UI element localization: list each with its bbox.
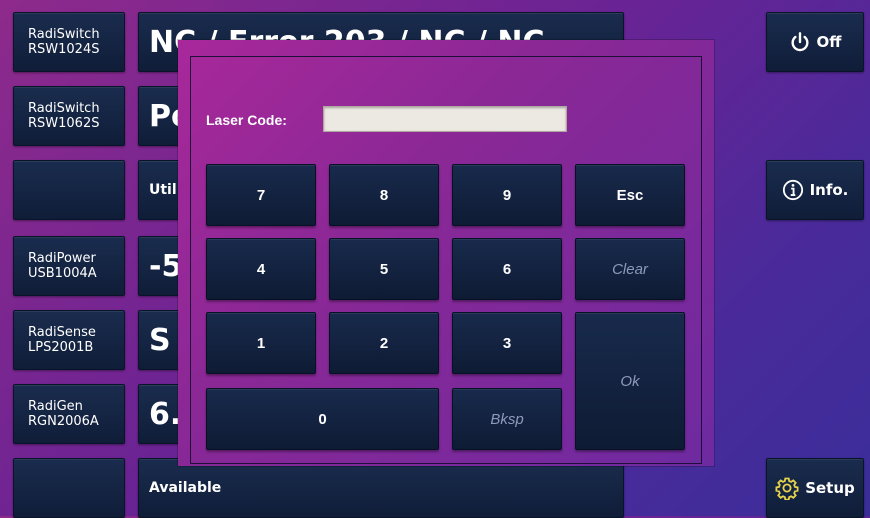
status-row-available[interactable]: Available xyxy=(138,458,624,518)
info-button[interactable]: Info. xyxy=(766,160,864,220)
setup-button[interactable]: Setup xyxy=(766,458,864,518)
status-value: S xyxy=(149,322,171,358)
status-value: Util xyxy=(149,182,177,198)
status-value: 6. xyxy=(149,396,182,432)
laser-code-field[interactable] xyxy=(323,106,567,132)
device-tile-radisense[interactable]: RadiSense LPS2001B xyxy=(13,310,125,370)
info-icon xyxy=(782,179,803,201)
key-3[interactable]: 3 xyxy=(452,312,562,374)
backspace-button[interactable]: Bksp xyxy=(452,388,562,450)
device-tile-radiswitch-1062[interactable]: RadiSwitch RSW1062S xyxy=(13,86,125,146)
device-tile-radiswitch-1024[interactable]: RadiSwitch RSW1024S xyxy=(13,12,125,72)
device-tile-radigen[interactable]: RadiGen RGN2006A xyxy=(13,384,125,444)
clear-button[interactable]: Clear xyxy=(575,238,685,300)
ok-button[interactable]: Ok xyxy=(575,312,685,450)
key-9[interactable]: 9 xyxy=(452,164,562,226)
device-name: RadiSwitch xyxy=(28,27,100,42)
laser-code-dialog: Laser Code: 7 8 9 Esc 4 5 6 Clear 1 2 3 … xyxy=(178,40,714,466)
device-name: RadiSwitch xyxy=(28,101,100,116)
info-label: Info. xyxy=(809,181,849,199)
setup-label: Setup xyxy=(805,479,855,497)
power-icon xyxy=(791,32,809,52)
device-name: RadiPower xyxy=(28,251,96,266)
device-tile-empty-bottom[interactable] xyxy=(13,458,125,518)
device-model: USB1004A xyxy=(28,266,97,281)
escape-button[interactable]: Esc xyxy=(575,164,685,226)
key-4[interactable]: 4 xyxy=(206,238,316,300)
key-6[interactable]: 6 xyxy=(452,238,562,300)
off-button[interactable]: Off xyxy=(766,12,864,72)
device-tile-empty[interactable] xyxy=(13,160,125,220)
key-1[interactable]: 1 xyxy=(206,312,316,374)
device-name: RadiGen xyxy=(28,399,83,414)
device-model: LPS2001B xyxy=(28,340,94,355)
device-name: RadiSense xyxy=(28,325,96,340)
device-model: RSW1062S xyxy=(28,116,100,131)
device-model: RSW1024S xyxy=(28,42,100,57)
key-7[interactable]: 7 xyxy=(206,164,316,226)
key-2[interactable]: 2 xyxy=(329,312,439,374)
device-model: RGN2006A xyxy=(28,414,99,429)
device-tile-radipower[interactable]: RadiPower USB1004A xyxy=(13,236,125,296)
gear-icon xyxy=(775,477,799,500)
off-label: Off xyxy=(816,33,842,51)
key-8[interactable]: 8 xyxy=(329,164,439,226)
key-0[interactable]: 0 xyxy=(206,388,439,450)
key-5[interactable]: 5 xyxy=(329,238,439,300)
laser-code-label: Laser Code: xyxy=(206,112,287,128)
status-value: Available xyxy=(149,480,222,496)
